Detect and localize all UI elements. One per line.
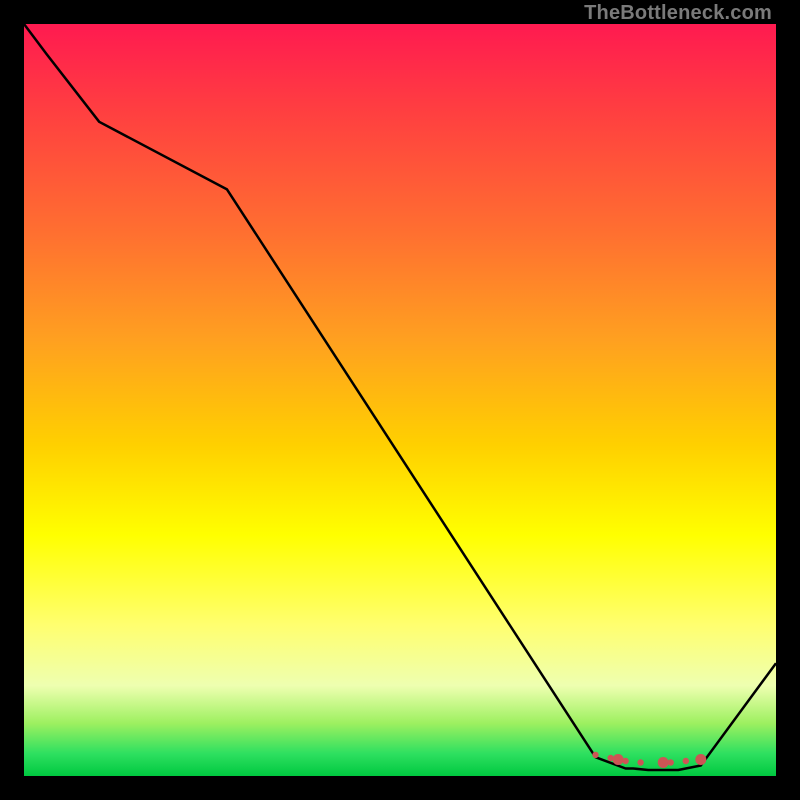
marker-dot bbox=[668, 759, 674, 765]
chart-frame: TheBottleneck.com bbox=[0, 0, 800, 800]
marker-dot bbox=[658, 757, 669, 768]
marker-dot bbox=[592, 752, 598, 758]
data-line bbox=[24, 24, 776, 770]
marker-dot bbox=[695, 754, 706, 765]
watermark-text: TheBottleneck.com bbox=[584, 2, 772, 25]
curve bbox=[24, 24, 776, 770]
marker-dot bbox=[637, 759, 643, 765]
data-markers bbox=[592, 752, 706, 768]
marker-dot bbox=[622, 758, 628, 764]
marker-dot bbox=[613, 754, 624, 765]
chart-overlay bbox=[0, 0, 800, 800]
marker-dot bbox=[683, 758, 689, 764]
